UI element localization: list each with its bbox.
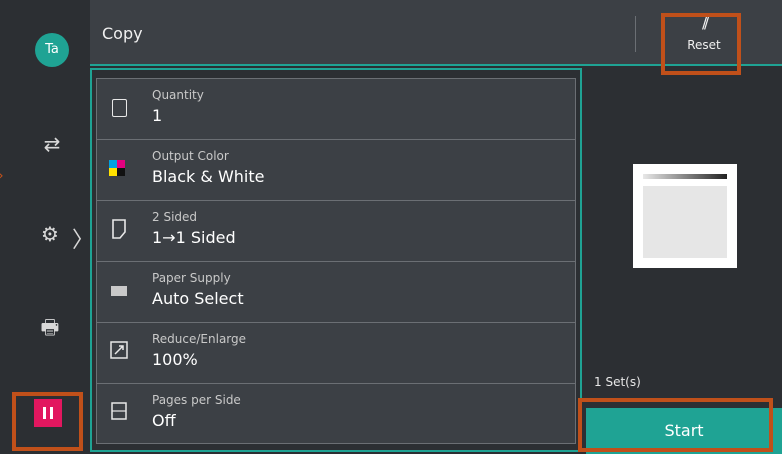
function-caption: Pages per Side <box>152 393 241 407</box>
function-row-pages-per-side[interactable]: Pages per Side Off <box>96 383 576 444</box>
function-caption: 2 Sided <box>152 210 198 224</box>
function-list: Quantity 1 Output Color Black & White 2 … <box>96 78 576 452</box>
function-value: 100% <box>152 350 198 369</box>
function-list-panel: Quantity 1 Output Color Black & White 2 … <box>90 68 586 454</box>
function-value: 1 <box>152 106 163 125</box>
pages-per-side-icon <box>109 402 129 422</box>
user-avatar[interactable]: Ta <box>35 33 69 67</box>
header-divider <box>635 16 636 52</box>
job-flow-icon[interactable]: ⇄ <box>32 132 72 156</box>
two-sided-icon <box>109 219 129 239</box>
function-value: Black & White <box>152 167 265 186</box>
left-rail: › Ta ⇄ ⚙ 〉 🖶 <box>0 0 94 454</box>
sets-count: 1 Set(s) <box>594 375 641 389</box>
color-icon <box>109 160 125 176</box>
function-value: 1→1 Sided <box>152 228 236 247</box>
copies-icon <box>112 99 127 117</box>
function-value: Off <box>152 411 176 430</box>
preview-area: 1 Set(s) Start <box>586 68 782 454</box>
function-row-quantity[interactable]: Quantity 1 <box>96 78 576 139</box>
function-caption: Paper Supply <box>152 271 231 285</box>
function-caption: Output Color <box>152 149 229 163</box>
function-row-2-sided[interactable]: 2 Sided 1→1 Sided <box>96 200 576 261</box>
settings-icon[interactable]: ⚙ <box>30 222 70 246</box>
paper-tray-icon <box>111 286 127 296</box>
output-preview-thumbnail <box>633 164 737 268</box>
highlight-reset <box>661 13 741 75</box>
function-caption: Reduce/Enlarge <box>152 332 247 346</box>
copy-screen: › Ta ⇄ ⚙ 〉 🖶 Copy // Reset Quantity 1 <box>0 0 782 454</box>
device-info-icon[interactable]: 🖶 <box>30 313 70 347</box>
highlight-start <box>578 398 773 452</box>
preview-area-content <box>643 186 727 258</box>
highlight-pause <box>12 392 83 451</box>
preview-bar <box>643 174 727 179</box>
function-row-paper-supply[interactable]: Paper Supply Auto Select <box>96 261 576 322</box>
function-row-reduce-enlarge[interactable]: Reduce/Enlarge 100% <box>96 322 576 383</box>
page-title: Copy <box>102 24 143 43</box>
function-caption: Quantity <box>152 88 204 102</box>
arrow-marker-icon: › <box>0 168 4 184</box>
reduce-enlarge-icon <box>109 341 129 361</box>
function-row-output-color[interactable]: Output Color Black & White <box>96 139 576 200</box>
function-value: Auto Select <box>152 289 244 308</box>
